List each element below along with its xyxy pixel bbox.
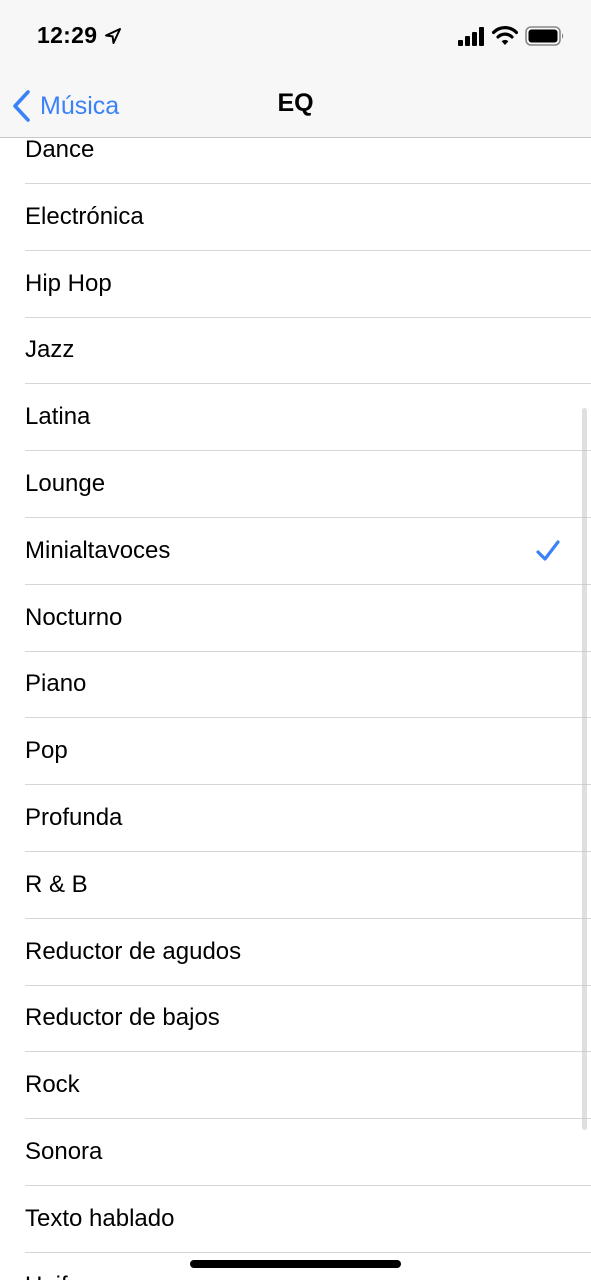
eq-option-label: Electrónica — [25, 202, 144, 230]
eq-settings-screen: Dance Electrónica Hip Hop Jazz Latina Lounge M… — [0, 0, 591, 1280]
eq-option-row[interactable]: Reductor de bajos — [0, 985, 591, 1053]
eq-option-label: Minialtavoces — [25, 536, 171, 564]
eq-option-label: Reductor de agudos — [25, 937, 242, 965]
eq-option-label: Jazz — [25, 336, 75, 364]
eq-option-row[interactable]: Sonora — [0, 1119, 591, 1186]
status-time: 12:29 — [37, 22, 98, 48]
battery-icon — [525, 26, 564, 46]
home-indicator[interactable] — [190, 1260, 401, 1268]
eq-option-label: Profunda — [25, 804, 123, 831]
eq-option-row[interactable]: Latina — [0, 384, 591, 452]
eq-option-label: Pop — [25, 737, 68, 765]
eq-option-label: Uniforme — [25, 1253, 122, 1280]
eq-option-label: Lounge — [25, 470, 106, 497]
status-bar: 12:29 — [0, 0, 591, 76]
eq-option-label: Sonora — [25, 1138, 103, 1165]
scroll-indicator[interactable] — [582, 408, 587, 1130]
eq-option-row[interactable]: Minialtavoces — [0, 518, 591, 585]
eq-option-label: Hip Hop — [25, 269, 112, 297]
page-title: EQ — [277, 89, 314, 117]
eq-preset-list[interactable]: Dance Electrónica Hip Hop Jazz Latina Lounge M… — [0, 117, 591, 1280]
eq-option-row[interactable]: Lounge — [0, 451, 591, 518]
eq-option-row[interactable]: Hip Hop — [0, 251, 591, 318]
cellular-signal-icon — [458, 27, 484, 46]
location-arrow-icon — [105, 28, 121, 44]
eq-option-label: Texto hablado — [25, 1204, 175, 1232]
eq-option-row[interactable]: Reductor de agudos — [0, 919, 591, 986]
eq-option-row[interactable]: Jazz — [0, 317, 591, 385]
eq-option-row[interactable]: Rock — [0, 1052, 591, 1120]
checkmark-icon — [536, 540, 560, 561]
eq-option-label: R & B — [25, 870, 88, 898]
wifi-icon — [492, 26, 518, 45]
eq-option-row[interactable]: R & B — [0, 852, 591, 919]
eq-option-label: Reductor de bajos — [25, 1004, 220, 1032]
eq-option-label: Rock — [25, 1071, 80, 1099]
eq-option-row[interactable]: Nocturno — [0, 585, 591, 652]
eq-option-label: Piano — [25, 670, 87, 698]
eq-option-label: Latina — [25, 403, 91, 431]
eq-option-row[interactable]: Profunda — [0, 785, 591, 852]
eq-option-row[interactable]: Pop — [0, 718, 591, 786]
eq-option-row[interactable]: Texto hablado — [0, 1186, 591, 1253]
eq-option-label: Nocturno — [25, 603, 123, 631]
eq-option-row[interactable]: Electrónica — [0, 184, 591, 251]
navigation-bar: Música EQ — [0, 76, 591, 138]
eq-option-row[interactable]: Piano — [0, 651, 591, 719]
